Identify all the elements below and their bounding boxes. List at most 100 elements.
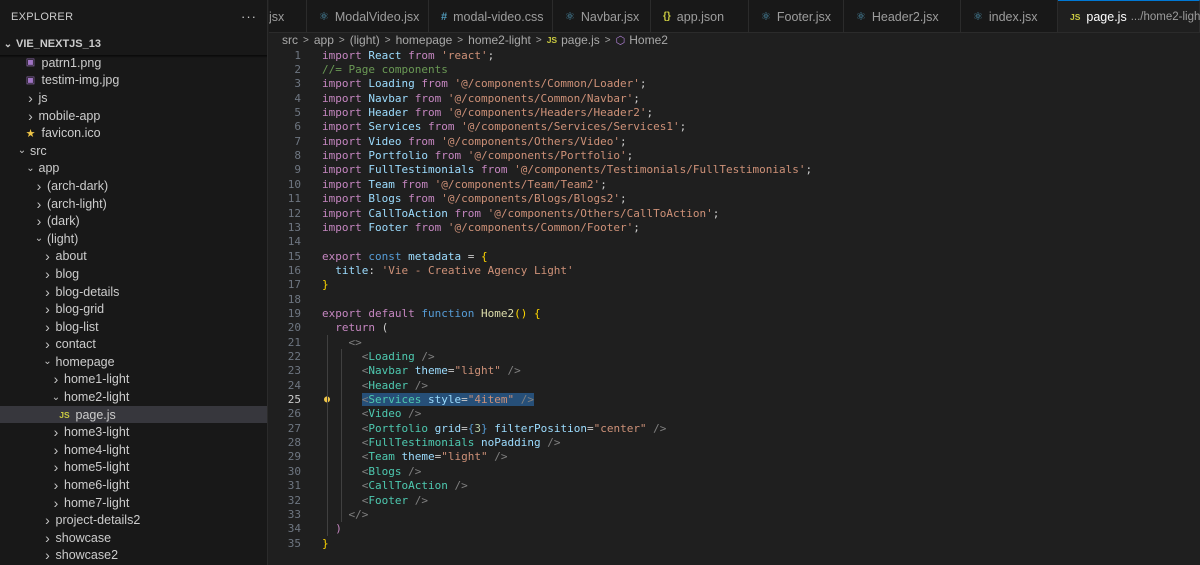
code-token: /> xyxy=(487,450,508,464)
code-text: title: 'Vie - Creative Agency Light' xyxy=(322,264,573,277)
tree-item-label: blog-grid xyxy=(55,302,105,317)
line-number: 17 xyxy=(287,278,301,292)
line-number: 13 xyxy=(287,220,301,234)
tab-navbar-jsx[interactable]: ⚛ Navbar.jsx xyxy=(553,0,651,32)
line-number: 15 xyxy=(287,249,301,263)
code-line: 11 import Blogs from '@/components/Blogs/… xyxy=(269,192,1200,206)
tree-item-label: blog xyxy=(55,266,80,281)
line-number: 35 xyxy=(287,536,301,550)
tree-item-app[interactable]: ⌄ app xyxy=(0,160,267,178)
chevron-right-icon: › xyxy=(53,477,59,494)
tree-item-src[interactable]: ⌄ src xyxy=(0,142,267,160)
tree-item-mobile-app[interactable]: › mobile-app xyxy=(0,107,267,125)
breadcrumb-item-homepage[interactable]: homepage xyxy=(396,33,453,47)
breadcrumb-item-src[interactable]: src xyxy=(282,33,298,47)
code-token: Loading xyxy=(368,350,415,364)
tree-item-home4-light[interactable]: › home4-light xyxy=(0,441,267,459)
tab-app-json[interactable]: {} app.json xyxy=(651,0,749,32)
tree-item-page-js[interactable]: JS page.js xyxy=(0,405,267,424)
code-token: ; xyxy=(633,220,640,234)
code-line: 25● <Services style="4item" /> xyxy=(269,392,1200,407)
tree-item-home6-light[interactable]: › home6-light xyxy=(0,476,267,494)
code-token: CallToAction xyxy=(368,206,455,220)
code-text: return ( xyxy=(322,321,388,334)
breadcrumb-item-light[interactable]: (light) xyxy=(350,33,380,47)
code-token: "4item" xyxy=(467,393,515,407)
code-token: ; xyxy=(712,206,720,220)
code-line: 27 <Portfolio grid={3} filterPosition="c… xyxy=(269,421,1200,435)
code-token: import xyxy=(322,206,369,220)
tree-item-dark[interactable]: › (dark) xyxy=(0,212,267,230)
line-number: 2 xyxy=(294,63,301,77)
tree-item-showcase[interactable]: › showcase xyxy=(0,529,267,547)
code-token: noPadding xyxy=(480,436,541,450)
tree-item-patrn1-png[interactable]: ▣ patrn1.png xyxy=(0,54,267,72)
tab-modal-video-css[interactable]: # modal-video.css xyxy=(429,0,553,32)
tree-item-label: js xyxy=(38,90,48,105)
tab-page-js[interactable]: JSpage.js.../home2-light✕ xyxy=(1058,0,1200,32)
tab-label: Footer.jsx xyxy=(776,9,832,24)
tree-item-blog-list[interactable]: › blog-list xyxy=(0,318,267,336)
tree-item-label: home4-light xyxy=(64,442,130,457)
tab-footer-jsx[interactable]: ⚛ Footer.jsx xyxy=(749,0,844,32)
tree-item-favicon-ico[interactable]: ★ favicon.ico xyxy=(0,124,267,142)
code-line: 7 import Video from '@/components/Others/… xyxy=(269,134,1200,148)
breadcrumb-item-app[interactable]: app xyxy=(314,33,334,47)
tree-item-light[interactable]: ⌄ (light) xyxy=(0,230,267,248)
line-number: 28 xyxy=(287,436,301,450)
tree-item-home7-light[interactable]: › home7-light xyxy=(0,494,267,512)
tree-item-testim-img-jpg[interactable]: ▣ testim-img.jpg xyxy=(0,72,267,90)
tree-item-label: favicon.ico xyxy=(41,126,101,141)
breadcrumb-item-home2[interactable]: Home2 xyxy=(629,33,668,47)
tree-item-project-details2[interactable]: › project-details2 xyxy=(0,511,267,529)
tree-item-home3-light[interactable]: › home3-light xyxy=(0,423,267,441)
tree-item-blog-grid[interactable]: › blog-grid xyxy=(0,300,267,318)
code-token: export xyxy=(322,306,369,320)
tab-index-jsx[interactable]: ⚛ index.jsx xyxy=(961,0,1058,32)
code-token: /> xyxy=(401,464,422,478)
project-root[interactable]: ⌄ VIE_NEXTJS_13 xyxy=(0,33,267,58)
tree-item-showcase2[interactable]: › showcase2 xyxy=(0,547,267,565)
line-number: 26 xyxy=(287,407,301,421)
tree-item-js[interactable]: › js xyxy=(0,89,267,107)
code-token: Portfolio xyxy=(368,149,435,163)
code-token: ; xyxy=(487,48,495,62)
breadcrumb-item-page-js[interactable]: page.js xyxy=(561,33,600,47)
breadcrumb-item-home2-light[interactable]: home2-light xyxy=(468,33,531,47)
more-actions-icon[interactable]: ··· xyxy=(241,9,257,24)
react-file-icon: ⚛ xyxy=(761,11,771,23)
react-file-icon: ⚛ xyxy=(565,11,575,23)
tree-item-label: about xyxy=(55,249,87,264)
code-token: <> xyxy=(348,335,362,349)
tree-item-homepage[interactable]: ⌄ homepage xyxy=(0,353,267,371)
code-token: = xyxy=(467,249,481,263)
code-token: Video xyxy=(368,134,409,148)
chevron-right-icon: › xyxy=(28,89,33,106)
tree-item-contact[interactable]: › contact xyxy=(0,336,267,354)
code-text: import Team from '@/components/Team/Team… xyxy=(322,178,607,191)
code-token: from xyxy=(421,77,455,91)
tree-item-label: app xyxy=(38,161,60,176)
code-editor[interactable]: 1 import React from 'react'; 2 //= Page com… xyxy=(269,48,1200,565)
tree-item-home1-light[interactable]: › home1-light xyxy=(0,371,267,389)
code-token: /> xyxy=(500,364,521,378)
tree-item-arch-light[interactable]: › (arch-light) xyxy=(0,195,267,213)
tab-modalvideo-jsx[interactable]: ⚛ ModalVideo.jsx xyxy=(307,0,429,32)
tree-item-about[interactable]: › about xyxy=(0,248,267,266)
tree-item-arch-dark[interactable]: › (arch-dark) xyxy=(0,177,267,195)
tab-header2-jsx[interactable]: ⚛ Header2.jsx xyxy=(844,0,961,32)
tree-item-blog[interactable]: › blog xyxy=(0,265,267,283)
code-line: 29 <Team theme="light" /> xyxy=(269,450,1200,464)
tree-item-blog-details[interactable]: › blog-details xyxy=(0,283,267,301)
tab-jsx[interactable]: jsx xyxy=(269,0,307,32)
tree-item-home5-light[interactable]: › home5-light xyxy=(0,459,267,477)
css-file-icon: # xyxy=(441,10,448,23)
chevron-right-icon: › xyxy=(53,371,59,388)
chevron-right-icon: › xyxy=(45,318,50,335)
code-text: export const metadata = { xyxy=(322,250,488,263)
code-token: from xyxy=(408,48,442,62)
tree-item-home2-light[interactable]: ⌄ home2-light xyxy=(0,388,267,406)
